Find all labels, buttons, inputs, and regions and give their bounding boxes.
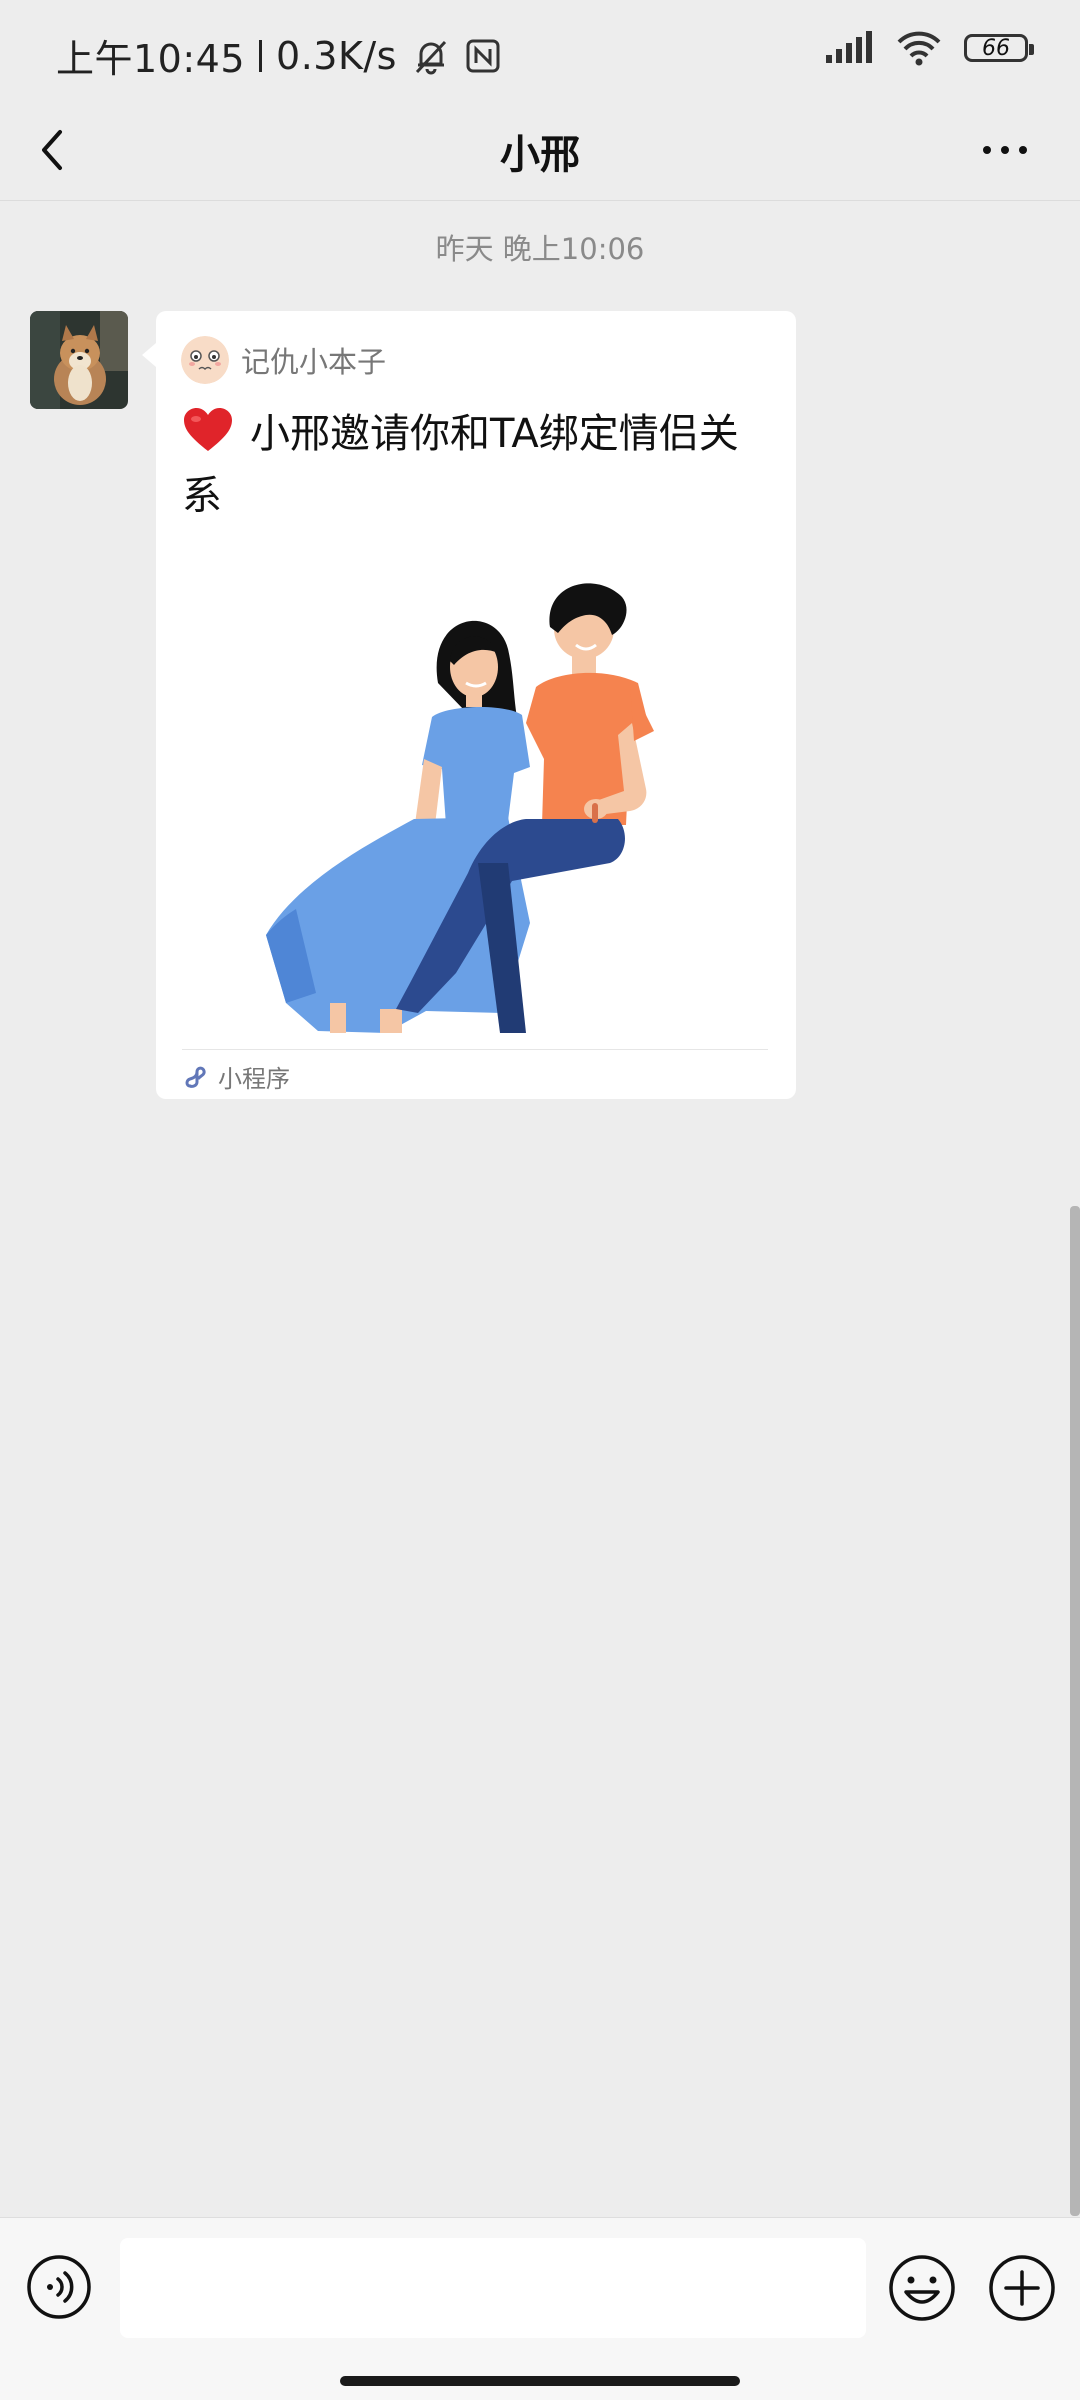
battery-icon: 66: [964, 34, 1034, 62]
wifi-icon: [897, 31, 941, 66]
mini-program-icon: [185, 1066, 206, 1088]
signal-icon: [826, 31, 872, 63]
status-bar: 上午10:45 0.3K/s 66: [0, 0, 1080, 100]
couple-illustration: [266, 583, 654, 1033]
input-bar: [0, 2217, 1080, 2400]
message-timestamp: 昨天 晚上10:06: [435, 232, 645, 266]
mini-program-title: 小邢邀请你和TA绑定情侣关系: [182, 411, 739, 519]
home-indicator[interactable]: [340, 2376, 740, 2386]
chat-header: 小邢: [0, 100, 1080, 201]
nfc-icon: [466, 39, 500, 72]
chat-title: 小邢: [500, 132, 580, 178]
mini-program-card[interactable]: 记仇小本子 小邢邀请你和TA绑定情侣关系 小程序: [142, 311, 796, 1099]
voice-icon[interactable]: [26, 2254, 92, 2320]
mini-program-label: 小程序: [218, 1065, 290, 1093]
message-input[interactable]: [120, 2238, 866, 2338]
heart-icon: [184, 408, 232, 451]
emoji-icon[interactable]: [888, 2254, 956, 2322]
battery-level: 66: [982, 35, 1010, 61]
status-right: 66: [824, 30, 1034, 66]
status-time: 上午10:45: [56, 37, 246, 81]
card-divider: [182, 1049, 768, 1050]
more-dots-icon[interactable]: [970, 120, 1040, 180]
mini-program-avatar-icon: [181, 336, 229, 384]
contact-avatar[interactable]: [30, 311, 128, 409]
network-speed: 0.3K/s: [276, 33, 397, 78]
mini-program-title-block: 小邢邀请你和TA绑定情侣关系: [182, 403, 772, 527]
mini-program-footer: 小程序: [184, 1059, 290, 1094]
mute-bell-icon: [415, 40, 447, 74]
mini-program-header: 记仇小本子: [181, 336, 386, 384]
status-left: 上午10:45 0.3K/s: [56, 28, 501, 83]
plus-icon[interactable]: [988, 2254, 1056, 2322]
chat-scrollbar[interactable]: [1070, 1206, 1080, 2216]
status-separator: [259, 39, 263, 72]
mini-program-name: 记仇小本子: [241, 345, 387, 379]
